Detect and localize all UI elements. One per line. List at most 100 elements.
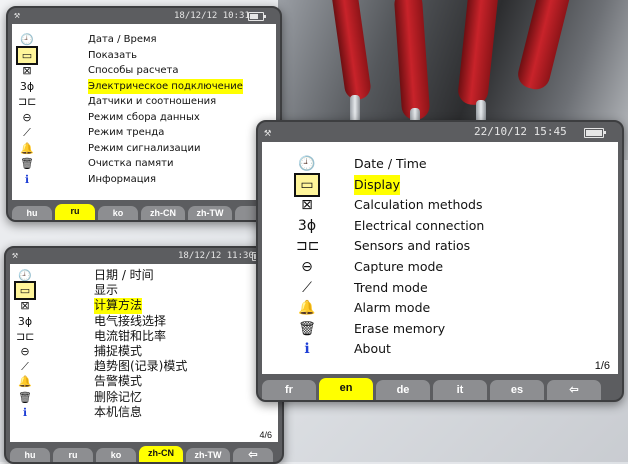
menu-item-label: Режим сигнализации <box>88 142 201 154</box>
menu-screen: 🕘 日期 / 时间 ▭ 显示 ⊠ 计算方法 3ϕ 电气接线选择 ⊐⊏ 电流钳和比率 ⊖ 捕捉模式 ⟋ 趋势… <box>10 264 278 442</box>
menu-item-capture[interactable]: ⊖ Capture mode <box>296 257 596 278</box>
sensor-icon: ⊐⊏ <box>16 329 35 343</box>
exit-tab[interactable]: ⇦ <box>547 380 601 400</box>
tab-fr[interactable]: fr <box>262 380 316 400</box>
menu-item-trash[interactable]: 🗑 Очистка памяти <box>18 156 268 172</box>
menu-item-trash[interactable]: 🗑 删除记忆 <box>16 390 266 405</box>
tab-hu[interactable]: hu <box>10 448 50 462</box>
menu-item-label: 捕捉模式 <box>94 343 143 358</box>
display-icon: ▭ <box>16 45 38 65</box>
menu-item-trend[interactable]: ⟋ Trend mode <box>296 278 596 299</box>
menu-item-display[interactable]: ▭ Display <box>294 172 596 198</box>
wrench-icon[interactable]: ⚒ <box>12 248 18 264</box>
three-phase-icon: 3ϕ <box>17 314 33 328</box>
tab-it[interactable]: it <box>433 380 487 400</box>
menu-item-label: Erase memory <box>354 320 446 336</box>
tab-zh-TW[interactable]: zh-TW <box>188 206 232 220</box>
settings-menu: 🕘 日期 / 时间 ▭ 显示 ⊠ 计算方法 3ϕ 电气接线选择 ⊐⊏ 电流钳和比率 ⊖ 捕捉模式 ⟋ 趋势… <box>14 268 266 420</box>
menu-screen: 🕘 Date / Time ▭ Display ⊠ Calculation methods… <box>262 142 618 374</box>
display-icon: ▭ <box>294 172 320 198</box>
tab-ko[interactable]: ko <box>96 448 136 462</box>
tab-zh-CN[interactable]: zh-CN <box>139 446 183 462</box>
trash-icon: 🗑 <box>298 320 316 337</box>
menu-item-bell[interactable]: 🔔 Alarm mode <box>296 298 596 319</box>
menu-item-label: Информация <box>88 173 157 185</box>
settings-menu: 🕘 Date / Time ▭ Display ⊠ Calculation methods… <box>294 154 596 360</box>
datetime: 18/12/12 10:31 <box>174 11 250 21</box>
menu-item-label: Calculation methods <box>354 197 483 213</box>
menu-item-calculation[interactable]: ⊠ Calculation methods <box>296 195 596 216</box>
menu-item-label: 趋势图(记录)模式 <box>94 359 188 374</box>
tab-es[interactable]: es <box>490 380 544 400</box>
menu-item-label: 告警模式 <box>94 374 143 389</box>
clock-icon: 🕘 <box>18 269 32 282</box>
status-bar: ⚒ 22/10/12 15:45 <box>258 122 622 142</box>
menu-item-bell[interactable]: 🔔 Режим сигнализации <box>18 141 268 157</box>
tab-zh-CN[interactable]: zh-CN <box>141 206 185 220</box>
menu-item-sensor[interactable]: ⊐⊏ Sensors and ratios <box>296 236 596 257</box>
menu-item-label: 本机信息 <box>94 404 143 419</box>
calculation-icon: ⊠ <box>301 197 313 214</box>
calculation-icon: ⊠ <box>22 64 32 77</box>
menu-item-label: Очистка памяти <box>88 158 174 169</box>
menu-item-trend[interactable]: ⟋ 趋势图(记录)模式 <box>16 359 266 374</box>
tab-en[interactable]: en <box>319 378 373 400</box>
tab-ko[interactable]: ko <box>98 206 138 220</box>
menu-item-display[interactable]: ▭ Показать <box>16 45 268 65</box>
trend-icon: ⟋ <box>21 360 29 374</box>
menu-item-info[interactable]: ℹ About <box>296 339 596 360</box>
info-icon: ℹ <box>22 405 28 419</box>
trash-icon: 🗑 <box>18 390 32 404</box>
menu-item-three-phase[interactable]: 3ϕ Electrical connection <box>296 216 596 237</box>
exit-tab[interactable]: ⇦ <box>233 448 273 462</box>
menu-item-bell[interactable]: 🔔 告警模式 <box>16 374 266 389</box>
tab-ru[interactable]: ru <box>53 448 93 462</box>
menu-item-trend[interactable]: ⟋ Режим тренда <box>18 125 268 141</box>
sensor-icon: ⊐⊏ <box>18 95 37 108</box>
menu-item-label: 日期 / 时间 <box>94 268 154 282</box>
info-icon: ℹ <box>24 172 30 186</box>
capture-icon: ⊖ <box>301 258 313 275</box>
sensor-icon: ⊐⊏ <box>296 238 320 255</box>
status-bar: ⚒ 18/12/12 10:31 <box>8 8 280 24</box>
menu-item-clock[interactable]: 🕘 Date / Time <box>296 154 596 175</box>
battery-icon <box>248 12 266 21</box>
menu-item-display[interactable]: ▭ 显示 <box>14 281 266 301</box>
red-cable <box>515 0 573 93</box>
tab-hu[interactable]: hu <box>12 206 52 220</box>
menu-item-clock[interactable]: 🕘 Дата / Время <box>18 32 268 48</box>
datetime: 18/12/12 11:30 <box>178 251 254 261</box>
menu-item-info[interactable]: ℹ 本机信息 <box>16 405 266 420</box>
menu-item-three-phase[interactable]: 3ϕ 电气接线选择 <box>16 314 266 329</box>
menu-item-trash[interactable]: 🗑 Erase memory <box>296 319 596 340</box>
trend-icon: ⟋ <box>23 126 31 139</box>
info-icon: ℹ <box>304 341 310 358</box>
menu-item-label: 计算方法 <box>94 298 143 314</box>
datetime: 22/10/12 15:45 <box>474 125 567 138</box>
menu-item-sensor[interactable]: ⊐⊏ 电流钳和比率 <box>16 329 266 344</box>
menu-item-sensor[interactable]: ⊐⊏ Датчики и соотношения <box>18 94 268 110</box>
menu-item-label: 删除记忆 <box>94 389 143 404</box>
tab-zh-TW[interactable]: zh-TW <box>186 448 230 462</box>
settings-menu: 🕘 Дата / Время ▭ Показать ⊠ Способы расчета 3ϕ… <box>16 32 268 188</box>
menu-item-clock[interactable]: 🕘 日期 / 时间 <box>16 268 266 283</box>
menu-item-label: Режим сбора данных <box>88 111 200 123</box>
tab-ru[interactable]: ru <box>55 204 95 220</box>
menu-item-three-phase[interactable]: 3ϕ Электрическое подключение <box>18 78 268 94</box>
bell-icon: 🔔 <box>18 375 32 389</box>
three-phase-icon: 3ϕ <box>297 217 317 234</box>
wrench-icon[interactable]: ⚒ <box>264 122 271 142</box>
menu-item-label: 电气接线选择 <box>94 313 167 328</box>
wrench-icon[interactable]: ⚒ <box>14 8 20 24</box>
meter-screen-chinese: ⚒ 18/12/12 11:30 🕘 日期 / 时间 ▭ 显示 ⊠ 计算方法 3ϕ 电气接线选… <box>4 246 284 464</box>
page-indicator: 4/6 <box>259 430 272 440</box>
menu-item-calculation[interactable]: ⊠ Способы расчета <box>18 63 268 79</box>
menu-item-capture[interactable]: ⊖ Режим сбора данных <box>18 110 268 126</box>
menu-item-calculation[interactable]: ⊠ 计算方法 <box>16 298 266 314</box>
menu-item-label: Trend mode <box>354 279 428 295</box>
menu-item-label: Alarm mode <box>354 300 431 316</box>
capture-icon: ⊖ <box>22 110 32 124</box>
tab-de[interactable]: de <box>376 380 430 400</box>
menu-item-info[interactable]: ℹ Информация <box>18 172 268 188</box>
menu-item-capture[interactable]: ⊖ 捕捉模式 <box>16 344 266 359</box>
